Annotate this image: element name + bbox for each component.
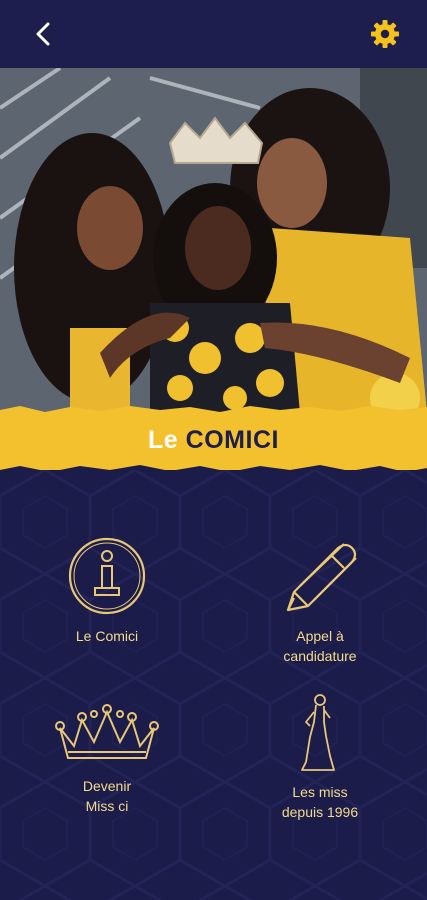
banner-title: Le COMICI [0, 426, 427, 455]
info-icon [68, 537, 146, 615]
back-button[interactable] [28, 18, 60, 50]
gear-icon [371, 20, 399, 48]
pencil-icon [286, 543, 357, 612]
hexagon-pattern [0, 470, 427, 900]
menu-item-devenir-miss[interactable]: Devenir Miss ci [17, 702, 197, 816]
menu-label-devenir-miss: Devenir Miss ci [82, 778, 132, 814]
menu-label-les-miss: Les miss depuis 1996 [281, 784, 359, 820]
menu-item-les-miss[interactable]: Les miss depuis 1996 [230, 692, 410, 822]
banner-brand: COMICI [185, 426, 279, 454]
menu-item-appel-candidature[interactable]: Appel à candidature [230, 536, 410, 666]
chevron-left-icon [36, 22, 50, 46]
menu-item-le-comici[interactable]: Le Comici [17, 536, 197, 646]
menu-label-appel-candidature: Appel à candidature [283, 628, 357, 664]
banner-prefix: Le [148, 426, 179, 454]
miss-silhouette-icon [301, 694, 335, 771]
menu-label-le-comici: Le Comici [75, 628, 139, 644]
top-app-bar [0, 0, 427, 68]
hero-illustration [0, 68, 427, 413]
hero-photo [0, 68, 427, 413]
settings-button[interactable] [369, 18, 401, 50]
menu-grid: Le Comici Appel à candidature Devenir Mi… [0, 470, 427, 900]
crown-icon [55, 704, 159, 759]
